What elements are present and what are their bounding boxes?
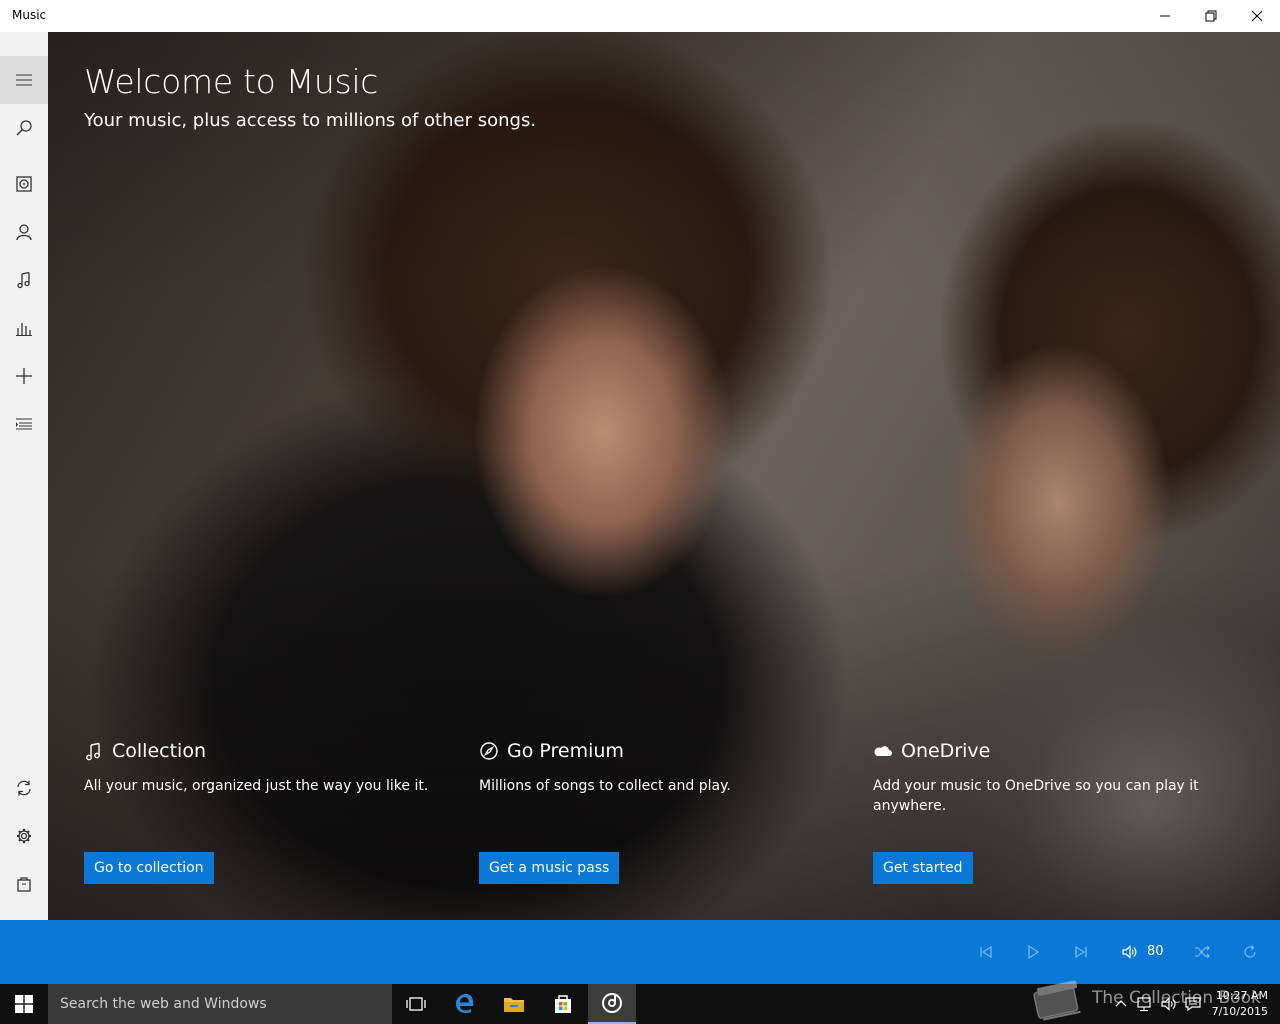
- now-playing-button[interactable]: [0, 400, 48, 448]
- store-bag-icon: [555, 995, 571, 1013]
- window-title: Music: [12, 8, 47, 22]
- page-subtitle: Your music, plus access to millions of o…: [84, 110, 537, 131]
- card-description: Millions of songs to collect and play.: [479, 778, 731, 794]
- play-icon: [1028, 944, 1040, 960]
- store-app-button[interactable]: [539, 984, 587, 1024]
- groove-music-icon: [602, 993, 622, 1013]
- edge-browser-button[interactable]: [441, 984, 489, 1024]
- minimize-icon: [1160, 15, 1170, 17]
- card-description: All your music, organized just the way y…: [84, 778, 429, 794]
- edge-browser-icon: [456, 994, 474, 1014]
- shuffle-icon: [1195, 945, 1210, 959]
- plus-icon: [16, 368, 32, 384]
- task-view-icon: [406, 997, 426, 1011]
- taskbar: Search the web and Windows 10:27 AM 7/10…: [0, 984, 1280, 1024]
- card-description: Add your music to OneDrive so you can pl…: [873, 778, 1199, 814]
- premium-compass-icon: [480, 742, 498, 760]
- repeat-button[interactable]: [1238, 940, 1262, 964]
- start-button[interactable]: [0, 984, 48, 1024]
- close-button[interactable]: [1234, 0, 1280, 32]
- go-premium-card: Go Premium Millions of songs to collect …: [479, 740, 839, 884]
- music-note-icon: [86, 742, 100, 761]
- page-title: Welcome to Music: [84, 62, 379, 101]
- songs-button[interactable]: [0, 256, 48, 304]
- file-explorer-button[interactable]: [490, 984, 538, 1024]
- next-button[interactable]: [1069, 940, 1093, 964]
- windows-logo-icon: [15, 995, 33, 1013]
- store-bag-icon: [17, 877, 31, 892]
- previous-button[interactable]: [974, 940, 998, 964]
- radio-icon: [16, 176, 32, 192]
- restore-icon: [1205, 10, 1217, 22]
- restore-button[interactable]: [1188, 0, 1234, 32]
- next-icon: [1075, 945, 1087, 959]
- music-app-button[interactable]: [588, 984, 636, 1024]
- repeat-icon: [1244, 945, 1256, 958]
- hamburger-menu-button[interactable]: [0, 56, 48, 104]
- card-heading: Collection: [112, 740, 206, 762]
- navigation-rail: [0, 32, 48, 920]
- sync-icon: [17, 780, 31, 796]
- artists-button[interactable]: [0, 208, 48, 256]
- sync-button[interactable]: [0, 764, 48, 812]
- radio-button[interactable]: [0, 160, 48, 208]
- settings-gear-icon: [17, 829, 31, 843]
- watermark-text: The Collection Book: [1092, 988, 1261, 1008]
- onedrive-cloud-icon: [874, 746, 892, 756]
- playlist-icon: [16, 418, 32, 430]
- speaker-icon: [1122, 945, 1137, 959]
- get-music-pass-button[interactable]: Get a music pass: [479, 852, 620, 884]
- music-note-icon: [17, 271, 30, 289]
- task-view-button[interactable]: [392, 984, 440, 1024]
- play-button[interactable]: [1021, 940, 1045, 964]
- volume-button[interactable]: [1117, 940, 1141, 964]
- minimize-button[interactable]: [1142, 0, 1188, 32]
- search-icon: [16, 120, 32, 136]
- title-bar: Music: [0, 0, 1280, 32]
- collection-card: Collection All your music, organized jus…: [84, 740, 444, 884]
- hero-panel: Welcome to Music Your music, plus access…: [48, 32, 1280, 920]
- hamburger-menu-icon: [16, 74, 32, 86]
- go-to-collection-button[interactable]: Go to collection: [84, 852, 214, 884]
- taskbar-search-box[interactable]: Search the web and Windows: [48, 984, 392, 1024]
- new-playlist-button[interactable]: [0, 352, 48, 400]
- charts-icon: [16, 323, 32, 336]
- onedrive-card: OneDrive Add your music to OneDrive so y…: [873, 740, 1203, 884]
- card-heading: Go Premium: [507, 740, 624, 762]
- settings-button[interactable]: [0, 812, 48, 860]
- get-started-button[interactable]: Get started: [873, 852, 973, 884]
- charts-button[interactable]: [0, 304, 48, 352]
- close-icon: [1251, 10, 1263, 22]
- artists-icon: [16, 224, 32, 241]
- shuffle-button[interactable]: [1190, 940, 1214, 964]
- store-button[interactable]: [0, 860, 48, 908]
- folder-icon: [504, 998, 524, 1012]
- search-button[interactable]: [0, 104, 48, 152]
- previous-icon: [980, 945, 992, 959]
- player-bar: 80: [0, 920, 1280, 984]
- volume-level: 80: [1147, 944, 1164, 959]
- card-heading: OneDrive: [901, 740, 991, 762]
